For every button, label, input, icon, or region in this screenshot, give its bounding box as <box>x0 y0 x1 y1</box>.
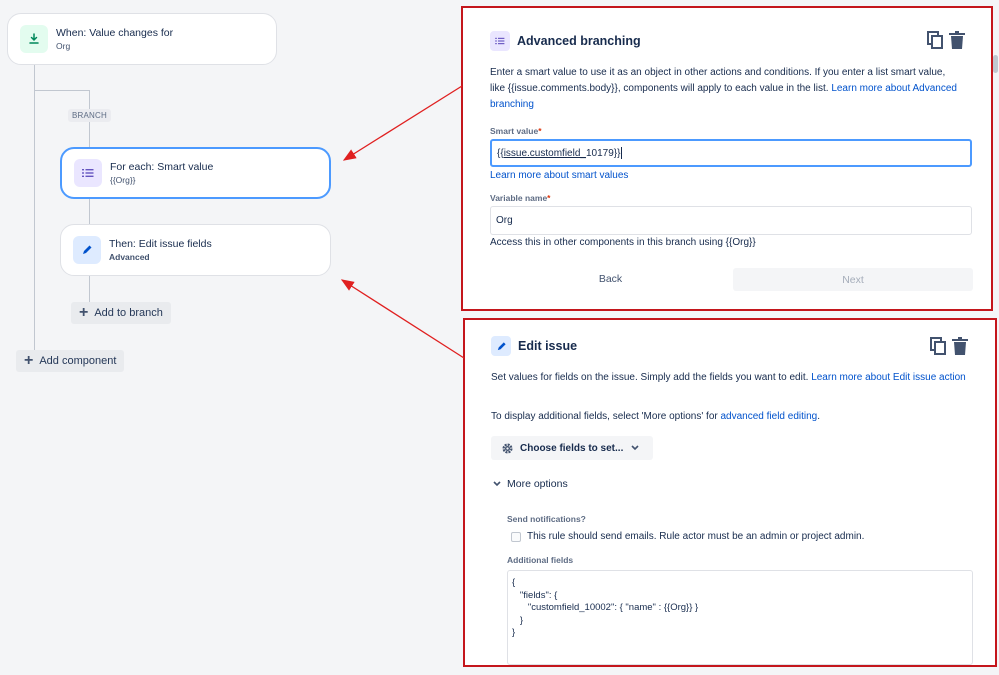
copy-icon[interactable] <box>927 31 943 54</box>
branch-tag: BRANCH <box>68 109 111 122</box>
smart-value-prefix: {{ <box>497 147 504 159</box>
edit-issue-description: Set values for fields on the issue. Simp… <box>491 370 971 386</box>
add-to-branch-label: Add to branch <box>94 307 163 319</box>
arrow-to-edit-issue <box>340 279 465 359</box>
edit-issue-panel: Edit issue Set values for fields on the … <box>463 318 997 667</box>
variable-name-input[interactable]: Org <box>490 206 972 235</box>
copy-icon[interactable] <box>930 337 946 360</box>
scrollbar-thumb[interactable] <box>993 55 998 73</box>
more-options-hint: To display additional fields, select 'Mo… <box>491 409 820 425</box>
edit-issue-title: Then: Edit issue fields <box>109 238 212 250</box>
advanced-branching-header: Advanced branching <box>490 31 641 51</box>
smart-value-label: Smart value* <box>490 126 542 136</box>
for-each-subtitle: {{Org}} <box>110 175 136 185</box>
pencil-icon <box>73 236 101 264</box>
smart-value-input[interactable]: {{issue.customfield_ 10179}} <box>490 139 972 167</box>
advanced-field-editing-link[interactable]: advanced field editing <box>721 411 818 422</box>
chevron-down-icon <box>631 445 639 451</box>
variable-name-value: Org <box>496 215 513 226</box>
send-notifications-text: This rule should send emails. Rule actor… <box>527 531 865 542</box>
text-cursor <box>621 147 623 159</box>
smart-value-label-text: Smart value <box>490 126 539 136</box>
variable-name-label-text: Variable name <box>490 193 548 203</box>
trash-icon[interactable] <box>949 31 965 54</box>
rule-connector-main <box>34 65 35 351</box>
edit-issue-panel-title: Edit issue <box>518 339 578 353</box>
edit-issue-card[interactable]: Then: Edit issue fields Advanced <box>60 224 331 276</box>
edit-issue-subtitle: Advanced <box>109 252 150 262</box>
learn-more-edit-issue-link[interactable]: Learn more about Edit issue action <box>811 372 966 383</box>
choose-fields-label: Choose fields to set... <box>520 442 624 454</box>
add-component-label: Add component <box>39 355 117 367</box>
variable-name-label: Variable name* <box>490 193 551 203</box>
add-component-button[interactable]: + Add component <box>16 350 125 372</box>
chevron-down-icon <box>493 481 501 487</box>
trigger-card[interactable]: When: Value changes for Org <box>7 13 277 65</box>
plus-icon: + <box>24 352 34 369</box>
pencil-icon <box>491 336 511 356</box>
list-icon <box>74 159 102 187</box>
more-options-hint-end: . <box>817 411 821 422</box>
more-options-hint-text: To display additional fields, select 'Mo… <box>491 411 718 422</box>
trigger-subtitle: Org <box>56 41 71 51</box>
advanced-branching-tools <box>927 31 965 54</box>
edit-issue-description-text: Set values for fields on the issue. Simp… <box>491 372 809 383</box>
branch-connector-horizontal <box>34 90 90 91</box>
back-button[interactable]: Back <box>573 273 648 285</box>
for-each-card[interactable]: For each: Smart value {{Org}} <box>60 147 331 199</box>
learn-more-smart-values-link[interactable]: Learn more about smart values <box>490 168 628 184</box>
plus-icon: + <box>79 304 89 321</box>
smart-value-underlined: issue.customfield_ <box>503 147 586 159</box>
add-to-branch-button[interactable]: + Add to branch <box>71 302 171 324</box>
for-each-title: For each: Smart value <box>110 161 214 173</box>
edit-issue-header: Edit issue <box>491 336 577 356</box>
variable-help-text: Access this in other components in this … <box>490 237 756 248</box>
send-notifications-label: Send notifications? <box>507 514 586 524</box>
more-options-toggle[interactable]: More options <box>493 478 568 490</box>
more-options-label: More options <box>507 478 568 490</box>
send-notifications-checkbox[interactable] <box>511 532 521 542</box>
edit-issue-tools <box>930 337 968 360</box>
smart-value-suffix: 10179}} <box>585 147 621 159</box>
additional-fields-textarea[interactable]: { "fields": { "customfield_10002": { "na… <box>507 570 973 665</box>
trigger-icon <box>20 25 48 53</box>
advanced-branching-panel: Advanced branching Enter a smart value t… <box>461 6 993 311</box>
additional-fields-label: Additional fields <box>507 555 574 565</box>
trigger-title: When: Value changes for <box>56 27 174 39</box>
arrow-to-for-each <box>342 85 463 161</box>
next-button[interactable]: Next <box>733 268 973 291</box>
trash-icon[interactable] <box>952 337 968 360</box>
advanced-branching-title: Advanced branching <box>517 34 641 48</box>
advanced-branching-description: Enter a smart value to use it as an obje… <box>490 65 960 113</box>
gear-icon <box>501 442 514 455</box>
list-icon <box>490 31 510 51</box>
choose-fields-button[interactable]: Choose fields to set... <box>491 436 653 460</box>
